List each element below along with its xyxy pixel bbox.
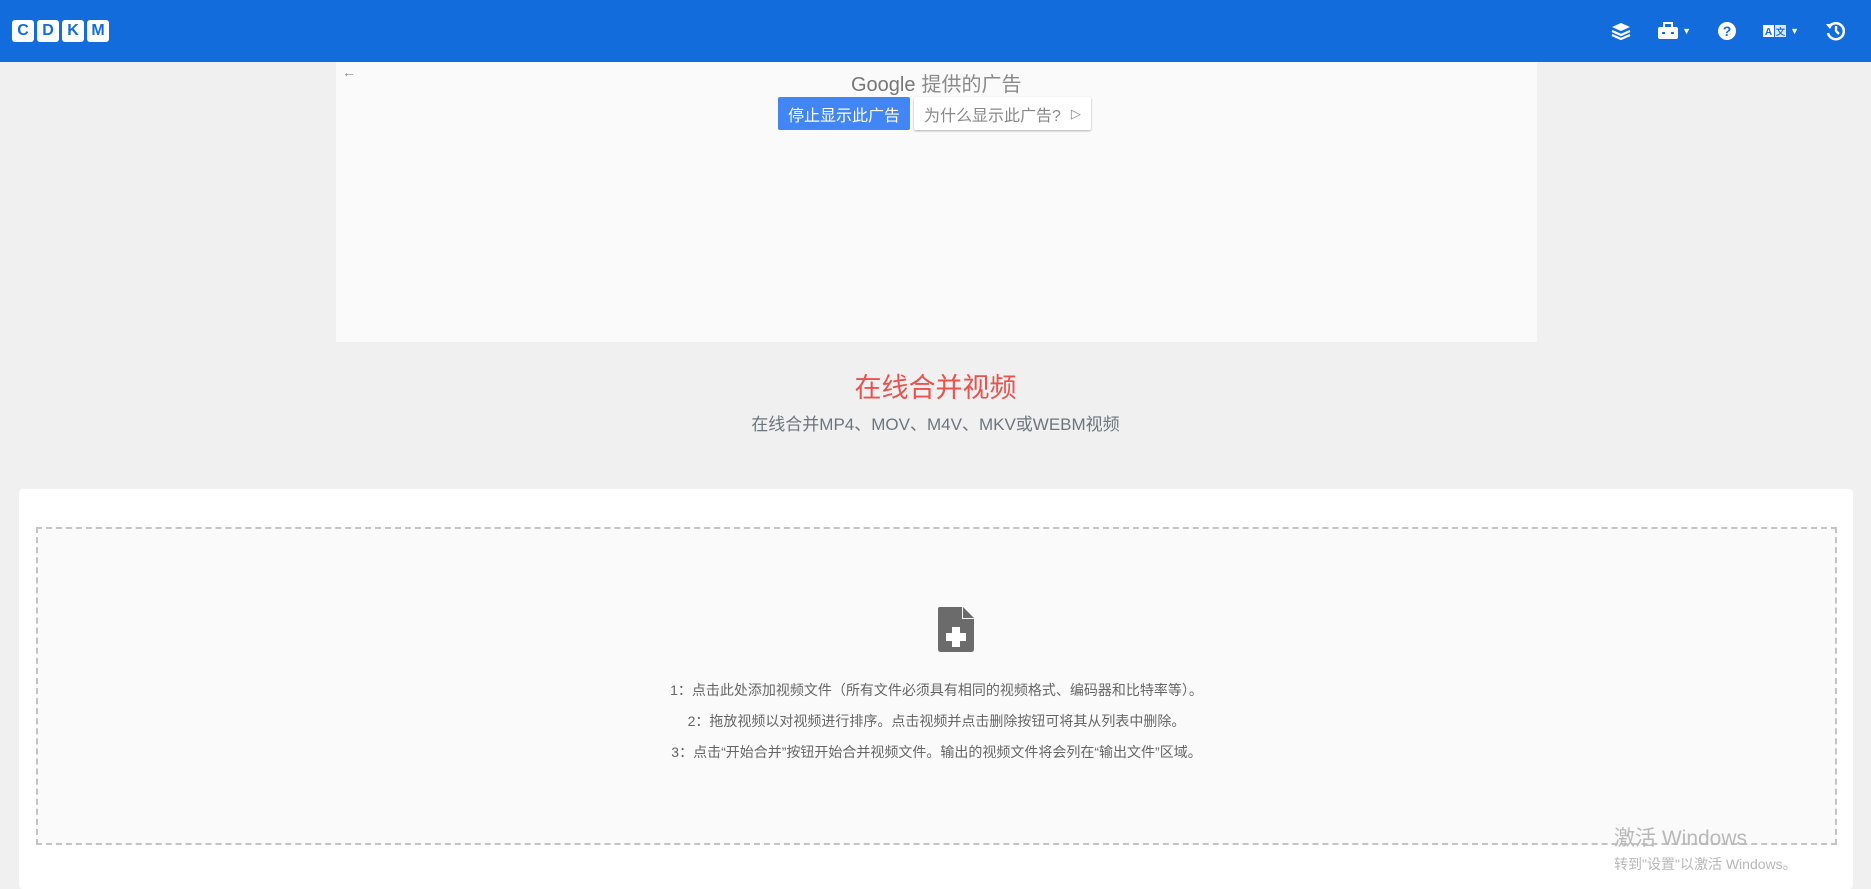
navbar: C D K M ▼ ? A文 ▼ [0, 0, 1871, 62]
file-add-icon [938, 607, 974, 657]
logo-letter: D [37, 20, 59, 42]
merge-card: 1：点击此处添加视频文件（所有文件必须具有相同的视频格式、编码器和比特率等）。 … [19, 489, 1853, 889]
help-icon[interactable]: ? [1717, 16, 1737, 46]
instruction-line: 3：点击“开始合并”按钮开始合并视频文件。输出的视频文件将会列在“输出文件”区域… [671, 744, 1202, 760]
toolbox-icon[interactable]: ▼ [1657, 16, 1691, 46]
ad-provider-label: Google 提供的广告 [851, 68, 1022, 97]
ad-provider-text: 提供的广告 [921, 74, 1022, 96]
svg-text:A: A [1765, 27, 1772, 38]
play-icon: ▷ [1070, 105, 1081, 121]
file-drop-zone[interactable]: 1：点击此处添加视频文件（所有文件必须具有相同的视频格式、编码器和比特率等）。 … [36, 527, 1837, 845]
chevron-down-icon: ▼ [1790, 26, 1799, 36]
instruction-line: 2：拖放视频以对视频进行排序。点击视频并点击删除按钮可将其从列表中删除。 [687, 713, 1186, 729]
google-brand: Google [851, 74, 916, 96]
page-title: 在线合并视频 [854, 373, 1017, 403]
language-icon[interactable]: A文 ▼ [1763, 16, 1799, 46]
svg-text:?: ? [1723, 23, 1732, 39]
logo-letter: C [12, 20, 34, 42]
history-icon[interactable] [1825, 16, 1845, 46]
why-ad-label: 为什么显示此广告? [924, 107, 1061, 125]
watermark-subtitle: 转到"设置"以激活 Windows。 [1614, 856, 1797, 872]
windows-activation-watermark: 激活 Windows 转到"设置"以激活 Windows。 [1614, 822, 1797, 874]
why-ad-button[interactable]: 为什么显示此广告? ▷ [914, 97, 1091, 130]
logo-letter: M [87, 20, 109, 42]
back-arrow-icon[interactable]: ← [342, 64, 356, 80]
stop-ad-button[interactable]: 停止显示此广告 [778, 97, 911, 130]
ad-banner: ← Google 提供的广告 停止显示此广告 为什么显示此广告? ▷ [336, 62, 1537, 342]
chevron-down-icon: ▼ [1682, 26, 1692, 36]
instruction-line: 1：点击此处添加视频文件（所有文件必须具有相同的视频格式、编码器和比特率等）。 [670, 682, 1203, 698]
watermark-title: 激活 Windows [1614, 827, 1748, 850]
logo-letter: K [62, 20, 84, 42]
layers-icon[interactable] [1611, 16, 1631, 46]
page-subtitle: 在线合并MP4、MOV、M4V、MKV或WEBM视频 [751, 415, 1120, 434]
svg-text:文: 文 [1775, 26, 1786, 38]
logo[interactable]: C D K M [12, 20, 109, 42]
